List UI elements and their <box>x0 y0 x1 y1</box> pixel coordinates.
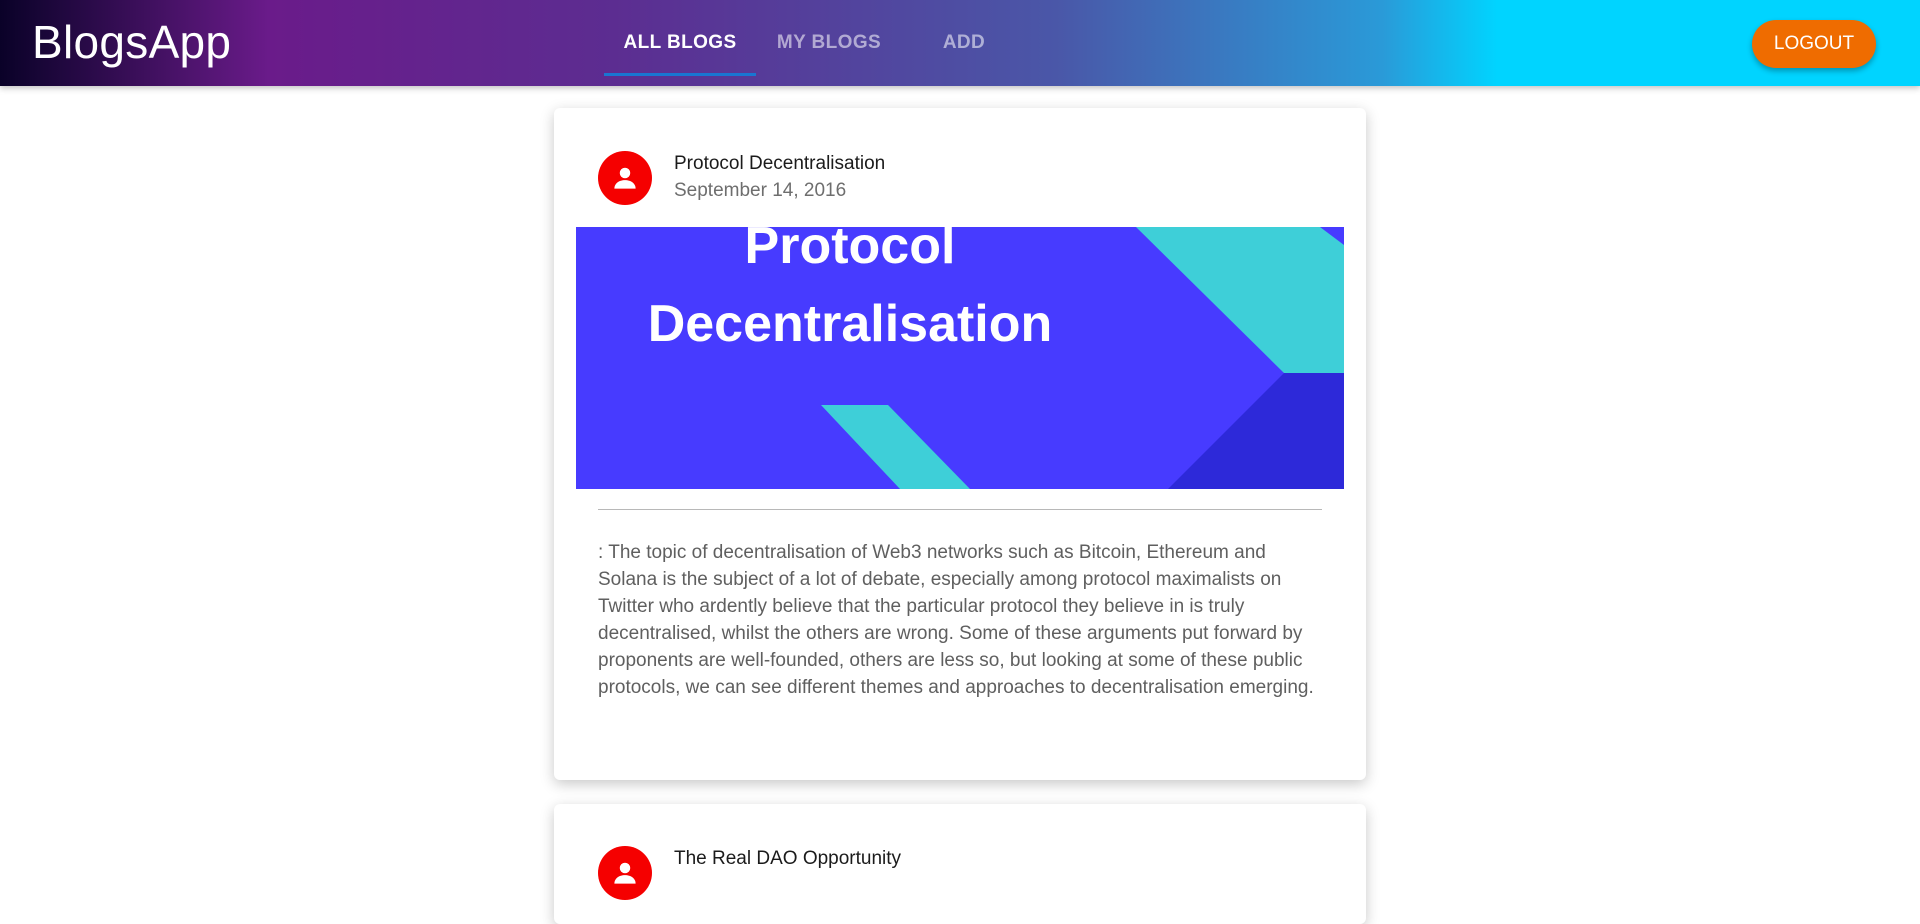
nav-tabs: ALL BLOGS MY BLOGS ADD <box>604 0 1026 86</box>
tab-my-blogs[interactable]: MY BLOGS <box>756 0 902 86</box>
blog-card: The Real DAO Opportunity <box>554 804 1366 924</box>
avatar <box>598 151 652 205</box>
app-logo[interactable]: BlogsApp <box>32 14 231 70</box>
divider <box>598 509 1322 510</box>
blog-date: September 14, 2016 <box>674 180 847 201</box>
blog-cover-image: Protocol Decentralisation <box>576 227 1344 489</box>
blog-title: The Real DAO Opportunity <box>674 848 902 869</box>
cover-title-line1: Protocol <box>745 227 956 275</box>
blog-card: Protocol Decentralisation September 14, … <box>554 108 1366 780</box>
blog-description: : The topic of decentralisation of Web3 … <box>598 542 1314 698</box>
person-icon <box>614 167 636 189</box>
avatar <box>598 846 652 900</box>
blog-title: Protocol Decentralisation <box>674 153 886 174</box>
app-bar: BlogsApp ALL BLOGS MY BLOGS ADD LOGOUT <box>0 0 1920 86</box>
logout-button[interactable]: LOGOUT <box>1752 20 1876 68</box>
active-tab-indicator <box>604 73 756 76</box>
tab-add[interactable]: ADD <box>902 0 1026 86</box>
person-icon <box>614 862 636 884</box>
cover-title-line2: Decentralisation <box>648 295 1053 353</box>
